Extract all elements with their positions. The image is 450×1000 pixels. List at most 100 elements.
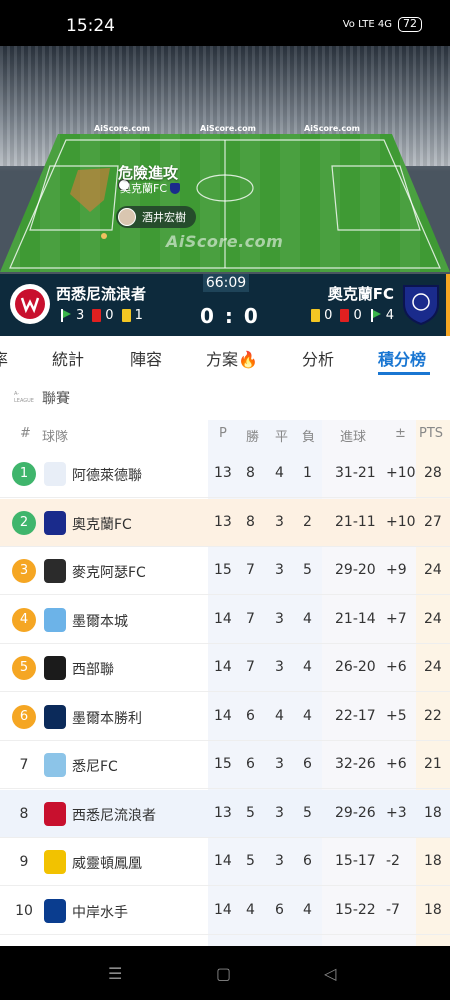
active-tab-indicator — [378, 372, 430, 375]
cell-draws: 3 — [275, 610, 284, 627]
table-row[interactable]: 9 威靈頓鳳凰 14 5 3 6 15-17 -2 18 — [0, 838, 450, 886]
cell-goals: 29-26 — [335, 804, 376, 821]
table-row[interactable]: 6 墨爾本勝利 14 6 4 4 22-17 +5 22 — [0, 693, 450, 741]
cell-diff: +3 — [386, 804, 407, 821]
cell-played: 14 — [214, 659, 232, 675]
cell-played: 15 — [214, 756, 232, 772]
cell-pts: 28 — [424, 465, 442, 481]
cell-wins: 8 — [246, 513, 255, 530]
home-icon[interactable]: ▢ — [216, 964, 231, 983]
menu-icon[interactable]: ☰ — [108, 964, 122, 983]
header-p: P — [219, 426, 227, 441]
team-name: 阿德萊德聯 — [72, 468, 142, 484]
cell-pts: 22 — [424, 707, 442, 724]
cell-played: 13 — [214, 513, 232, 530]
header-w: 勝 — [246, 430, 260, 445]
cell-pts: 21 — [424, 756, 442, 772]
battery-icon: 72 — [398, 17, 422, 32]
cell-diff: +5 — [386, 707, 407, 724]
rank-badge: 1 — [12, 462, 36, 486]
team-name: 麥克阿瑟FC — [72, 565, 146, 581]
team-logo-icon — [44, 656, 66, 680]
player-pill: 酒井宏樹 — [116, 206, 196, 228]
cell-losses: 4 — [303, 707, 312, 724]
cell-losses: 1 — [303, 465, 312, 481]
cell-draws: 3 — [275, 659, 284, 675]
header-rank: # — [20, 426, 31, 441]
home-team-logo[interactable] — [10, 284, 50, 324]
pitch-field — [0, 134, 450, 272]
team-name: 西悉尼流浪者 — [72, 807, 156, 824]
team-logo-icon — [44, 510, 66, 535]
cell-losses: 5 — [303, 804, 312, 821]
score-bar: 西悉尼流浪者 66:09 0 : 0 奧克蘭FC 3 0 1 0 0 4 — [0, 274, 450, 336]
table-row[interactable]: 1 阿德萊德聯 13 8 4 1 31-21 +10 28 — [0, 450, 450, 498]
cell-draws: 3 — [275, 513, 284, 530]
table-row[interactable]: 5 西部聯 14 7 3 4 26-20 +6 24 — [0, 644, 450, 692]
team-shield-icon — [170, 182, 181, 194]
table-row[interactable]: 10 中岸水手 14 4 6 4 15-22 -7 18 — [0, 887, 450, 935]
league-label: 聯賽 — [42, 391, 70, 407]
cell-goals: 32-26 — [335, 756, 376, 772]
team-name: 中岸水手 — [72, 904, 128, 921]
tab-plans[interactable]: 方案🔥 — [206, 346, 258, 370]
cell-wins: 5 — [246, 804, 255, 821]
cell-goals: 21-11 — [335, 513, 376, 530]
table-row[interactable]: 2 奧克蘭FC 13 8 3 2 21-11 +10 27 — [0, 498, 450, 547]
cell-pts: 24 — [424, 659, 442, 675]
team-logo-icon — [44, 898, 66, 923]
table-row[interactable]: 4 墨爾本城 14 7 3 4 21-14 +7 24 — [0, 596, 450, 644]
system-nav-bar: ☰ ▢ ◁ — [0, 946, 450, 1000]
ad-board-center: AiScore.com — [200, 124, 256, 133]
cell-losses: 5 — [303, 562, 312, 578]
table-header: # 球隊 P 勝 平 負 進球 ± PTS — [0, 426, 450, 446]
cell-diff: +7 — [386, 610, 407, 627]
cell-wins: 6 — [246, 707, 255, 724]
cell-draws: 6 — [275, 901, 284, 918]
tab-analysis[interactable]: 分析 — [302, 346, 334, 370]
table-row[interactable]: 3 麥克阿瑟FC 15 7 3 5 29-20 +9 24 — [0, 547, 450, 595]
cell-played: 14 — [214, 901, 232, 918]
event-team-name: 奧克蘭FC — [120, 182, 168, 195]
corner-flag-icon — [60, 309, 72, 322]
home-yellow-cards: 1 — [134, 308, 143, 323]
event-team: 奧克蘭FC — [120, 180, 181, 196]
cell-pts: 24 — [424, 610, 442, 627]
tab-standings[interactable]: 積分榜 — [378, 346, 426, 370]
cell-wins: 8 — [246, 465, 255, 481]
cell-losses: 4 — [303, 659, 312, 675]
cell-wins: 6 — [246, 756, 255, 772]
cell-diff: +10 — [386, 513, 416, 530]
tab-lineup[interactable]: 陣容 — [130, 346, 162, 370]
cell-played: 14 — [214, 707, 232, 724]
red-card-icon — [92, 309, 102, 322]
tab-stats[interactable]: 統計 — [52, 346, 84, 370]
cell-losses: 2 — [303, 513, 312, 530]
header-pts: PTS — [419, 426, 444, 441]
league-header: A-LEAGUE 聯賽 — [14, 388, 70, 408]
tab-rate[interactable]: 率 — [0, 346, 8, 370]
cell-diff: -2 — [386, 853, 400, 869]
corner-flag-icon — [370, 309, 382, 322]
cell-diff: -7 — [386, 901, 400, 918]
cell-losses: 4 — [303, 901, 312, 918]
status-icons: Vo LTE 4G 72 — [343, 17, 422, 32]
yellow-card-icon — [311, 309, 321, 322]
match-animation[interactable]: AiScore.com AiScore.com AiScore.com AiSc… — [0, 46, 450, 274]
table-row[interactable]: 8 西悉尼流浪者 13 5 3 5 29-26 +3 18 — [0, 789, 450, 838]
cell-draws: 4 — [275, 465, 284, 481]
team-logo-icon — [44, 753, 66, 777]
cell-wins: 7 — [246, 610, 255, 627]
cell-draws: 4 — [275, 707, 284, 724]
rank-badge: 3 — [12, 559, 36, 583]
home-red-cards: 0 — [105, 308, 114, 323]
away-team-logo[interactable] — [400, 282, 442, 326]
table-row[interactable]: 7 悉尼FC 15 6 3 6 32-26 +6 21 — [0, 741, 450, 789]
team-logo-icon — [44, 462, 66, 486]
team-logo-icon — [44, 704, 66, 729]
cell-diff: +10 — [386, 465, 416, 481]
header-diff: ± — [395, 426, 406, 441]
back-icon[interactable]: ◁ — [324, 964, 336, 983]
cell-goals: 15-22 — [335, 901, 376, 918]
cell-pts: 18 — [424, 901, 442, 918]
